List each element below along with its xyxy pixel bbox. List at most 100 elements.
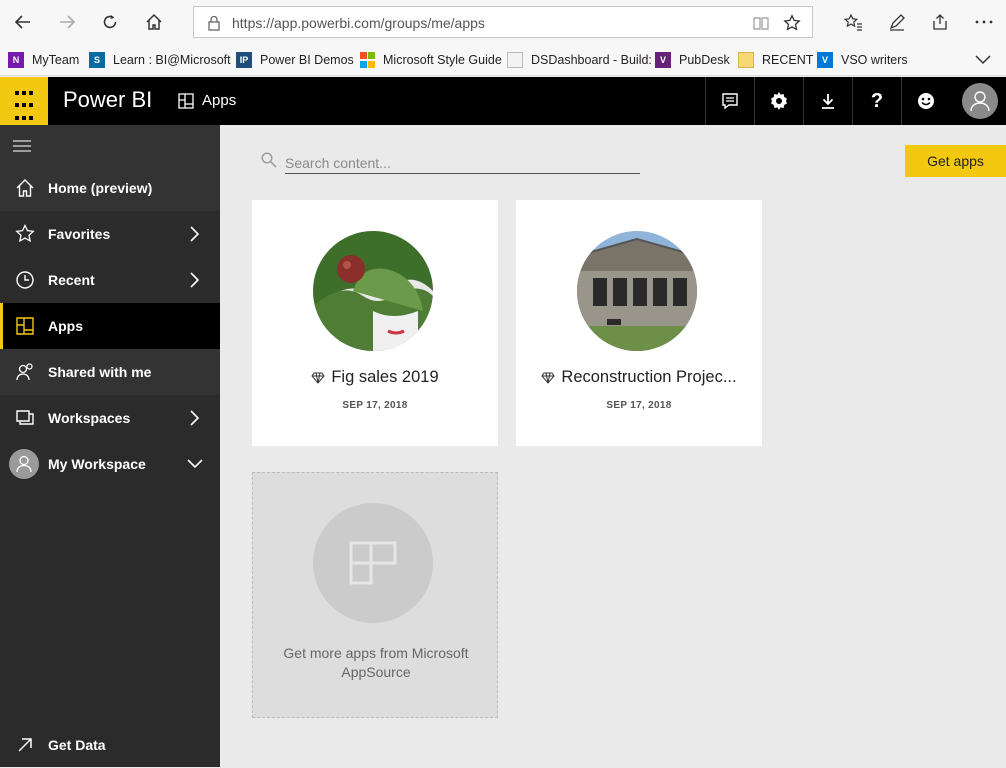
clock-icon [14, 269, 36, 291]
favorite-label: MyTeam [32, 53, 80, 67]
appsource-placeholder [313, 503, 433, 623]
app-thumbnail [313, 231, 433, 351]
favorite-recent[interactable]: RECENT [738, 51, 813, 69]
favorite-learn[interactable]: S Learn : BI@Microsoft [89, 51, 231, 69]
get-more-apps-text: Get more apps from Microsoft AppSource [283, 645, 469, 680]
more-options-button[interactable] [969, 7, 999, 37]
help-button[interactable]: ? [852, 77, 901, 125]
share-button[interactable] [925, 7, 955, 37]
chevron-right-icon[interactable] [186, 225, 204, 243]
vso-icon: V [817, 52, 833, 68]
nav-label: Recent [48, 272, 95, 288]
nav-item-home[interactable]: Home (preview) [0, 165, 220, 211]
visual-studio-icon: V [655, 52, 671, 68]
nav-item-shared[interactable]: Shared with me [0, 349, 220, 395]
favorite-vso-writers[interactable]: V VSO writers [817, 51, 908, 69]
app-title: Reconstruction Projec... [516, 368, 762, 387]
favorites-overflow-button[interactable] [975, 51, 991, 69]
avatar [962, 83, 998, 119]
chevron-right-icon[interactable] [186, 271, 204, 289]
page-icon [507, 52, 523, 68]
favorite-powerbi-demos[interactable]: IP Power BI Demos [236, 51, 354, 69]
onenote-icon: N [8, 52, 24, 68]
search-icon [261, 152, 277, 168]
nav-item-my-workspace[interactable]: My Workspace [0, 441, 220, 487]
favorite-label: Learn : BI@Microsoft [113, 53, 231, 67]
app-title: Fig sales 2019 [252, 368, 498, 387]
smiley-icon [918, 93, 934, 109]
arrow-up-right-icon [14, 734, 36, 756]
download-button[interactable] [803, 77, 852, 125]
get-apps-button[interactable]: Get apps [905, 145, 1006, 177]
nav-label: Home (preview) [48, 180, 153, 196]
favorite-label: PubDesk [679, 53, 730, 67]
download-icon [822, 94, 834, 109]
nav-item-apps[interactable]: Apps [0, 303, 220, 349]
favorite-label: Microsoft Style Guide [383, 53, 502, 67]
refresh-icon [103, 15, 117, 29]
home-icon [146, 13, 162, 30]
app-card-fig-sales[interactable]: Fig sales 2019 SEP 17, 2018 [252, 200, 498, 446]
refresh-button[interactable] [95, 7, 125, 37]
settings-button[interactable] [754, 77, 803, 125]
home-button[interactable] [139, 7, 169, 37]
person-icon [970, 91, 990, 112]
favorite-pubdesk[interactable]: V PubDesk [655, 51, 730, 69]
brand-title[interactable]: Power BI [63, 87, 152, 113]
favorite-label: DSDashboard - Build: [531, 53, 652, 67]
question-icon: ? [870, 89, 884, 112]
account-button[interactable] [954, 77, 1006, 125]
app-thumbnail [577, 231, 697, 351]
nav-item-workspaces[interactable]: Workspaces [0, 395, 220, 441]
favorite-label: Power BI Demos [260, 53, 354, 67]
app-header: Power BI Apps ? [0, 77, 1006, 125]
apps-icon [14, 315, 36, 337]
hamburger-icon [13, 140, 31, 152]
feedback-button[interactable] [901, 77, 950, 125]
favorite-dsdashboard[interactable]: DSDashboard - Build: [507, 51, 652, 69]
lock-icon [204, 13, 224, 33]
nav-item-favorites[interactable]: Favorites [0, 211, 220, 257]
breadcrumb[interactable]: Apps [178, 92, 236, 109]
url-text: https://app.powerbi.com/groups/me/apps [232, 15, 485, 31]
app-title-label: Fig sales 2019 [331, 368, 439, 386]
notes-button[interactable] [882, 7, 912, 37]
app-date: SEP 17, 2018 [606, 400, 672, 411]
diamond-icon [541, 372, 556, 384]
left-nav: Home (preview) Favorites Recent Apps Sha… [0, 125, 220, 767]
shared-people-icon [14, 361, 36, 383]
search-input[interactable] [285, 152, 640, 174]
favorite-label: VSO writers [841, 53, 908, 67]
folder-icon [738, 52, 754, 68]
reading-view-icon[interactable] [751, 13, 771, 33]
avatar [9, 449, 39, 479]
nav-label: Workspaces [48, 410, 131, 426]
forward-button[interactable] [52, 7, 82, 37]
apps-icon [178, 92, 194, 109]
notifications-button[interactable] [705, 77, 754, 125]
address-bar[interactable]: https://app.powerbi.com/groups/me/apps [193, 6, 813, 38]
nav-item-get-data[interactable]: Get Data [0, 722, 220, 768]
nav-label: My Workspace [48, 456, 146, 472]
home-icon [14, 177, 36, 199]
favorite-myteam[interactable]: N MyTeam [8, 51, 79, 69]
diamond-icon [311, 372, 325, 384]
chevron-right-icon[interactable] [186, 409, 204, 427]
back-button[interactable] [8, 7, 38, 37]
back-arrow-icon [14, 15, 30, 29]
favorite-style-guide[interactable]: Microsoft Style Guide [359, 51, 502, 69]
nav-item-recent[interactable]: Recent [0, 257, 220, 303]
share-icon [933, 14, 947, 30]
apps-icon [349, 541, 397, 585]
nav-collapse-button[interactable] [0, 125, 220, 165]
app-title-label: Reconstruction Projec... [561, 368, 737, 386]
favorites-hub-button[interactable] [838, 7, 868, 37]
get-more-apps-card[interactable]: Get more apps from Microsoft AppSource [252, 472, 498, 718]
app-card-reconstruction[interactable]: Reconstruction Projec... SEP 17, 2018 [516, 200, 762, 446]
chevron-down-icon[interactable] [186, 455, 204, 473]
nav-label: Favorites [48, 226, 111, 242]
app-date: SEP 17, 2018 [342, 400, 408, 411]
favorite-star-icon[interactable] [782, 13, 802, 33]
microsoft-logo-icon [359, 52, 375, 68]
app-launcher-button[interactable] [0, 77, 48, 125]
